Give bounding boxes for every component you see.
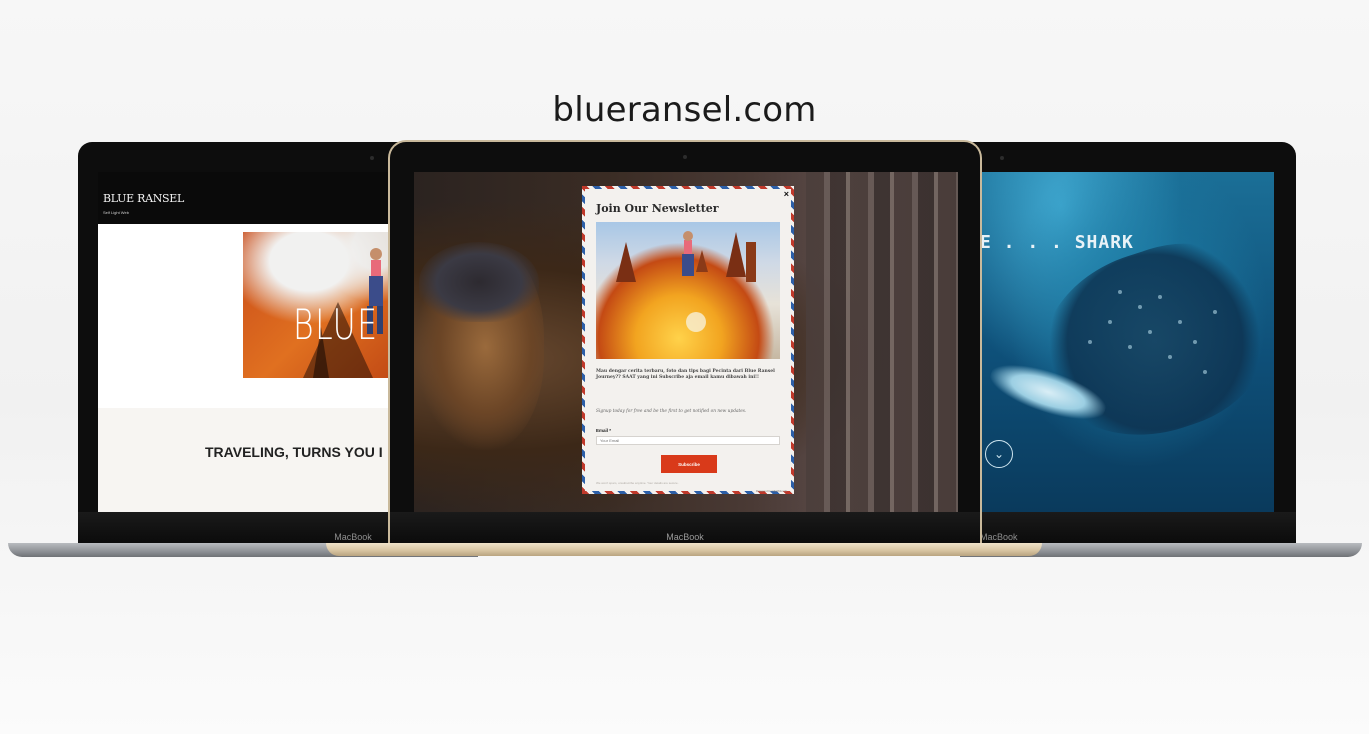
background-photo-hair: [419, 242, 539, 322]
scroll-down-button[interactable]: ⌄: [985, 440, 1013, 468]
chevron-down-icon: ⌄: [993, 447, 1005, 461]
popup-title: Join Our Newsletter: [596, 202, 719, 215]
popup-illustration: [596, 222, 780, 359]
banner-text: BLUE: [293, 300, 379, 349]
camera-dot: [683, 155, 687, 159]
newsletter-popup: × Join Our Newsletter Mau dengar cerita …: [582, 186, 794, 494]
close-icon[interactable]: ×: [784, 190, 789, 199]
globe-landmarks-icon: [616, 231, 756, 332]
camera-dot: [370, 156, 374, 160]
email-label: Email *: [596, 428, 612, 433]
water-texture-icon: [1088, 290, 1217, 374]
site-subtitle: Self Light Web: [103, 210, 129, 215]
hero-title: E . . . SHARK: [980, 232, 1134, 253]
popup-note: Signup today for free and be the first t…: [596, 409, 747, 414]
popup-description: Mau dengar cerita terbaru, foto dan tips…: [596, 369, 775, 380]
tagline-text: TRAVELING, TURNS YOU I: [205, 444, 383, 460]
subscribe-button[interactable]: Subscribe: [661, 455, 717, 473]
device-label: MacBook: [390, 512, 980, 544]
popup-footer-text: We won't spam, unsubscribe anytime. Your…: [596, 481, 679, 485]
powered-by-link[interactable]: Powered by MailMunch: [756, 489, 787, 493]
device-label: MacBook: [960, 512, 1296, 544]
laptop-base: [326, 543, 1042, 556]
right-screen: E . . . SHARK ⌄: [970, 172, 1274, 512]
email-field[interactable]: [596, 436, 780, 445]
site-logo[interactable]: BLUE RANSEL: [103, 192, 184, 205]
camera-dot: [1000, 156, 1004, 160]
site-title: blueransel.com: [552, 90, 817, 130]
center-screen: × Join Our Newsletter Mau dengar cerita …: [414, 172, 958, 512]
background-photo-wall: [806, 172, 958, 512]
